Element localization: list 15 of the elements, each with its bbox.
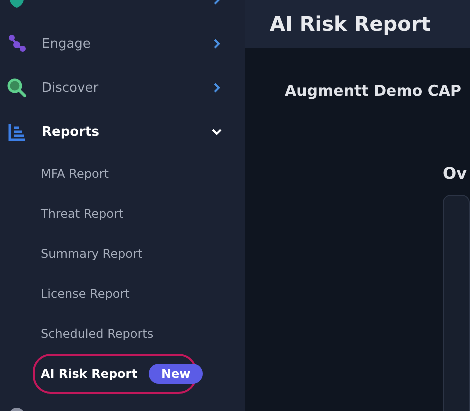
- page-title: AI Risk Report: [270, 12, 431, 36]
- list-chart-icon: [6, 121, 28, 143]
- nav-subitem[interactable]: Scheduled Reports: [33, 314, 197, 354]
- nav-item[interactable]: Engage: [42, 36, 197, 52]
- nodes-icon: [6, 33, 28, 55]
- search-icon: [6, 77, 28, 99]
- section-title: Ov: [443, 164, 468, 183]
- nav-subitem[interactable]: Threat Report: [33, 194, 197, 234]
- nav-item[interactable]: Reports: [42, 124, 197, 140]
- nav-subitem[interactable]: License Report: [33, 274, 197, 314]
- nav-item[interactable]: Discover: [42, 80, 197, 96]
- nav-subitem[interactable]: Summary Report: [33, 234, 197, 274]
- company-name: Augmentt Demo CAP: [285, 82, 462, 100]
- new-badge: New: [149, 364, 203, 384]
- nav-subitem[interactable]: MFA Report: [33, 154, 197, 194]
